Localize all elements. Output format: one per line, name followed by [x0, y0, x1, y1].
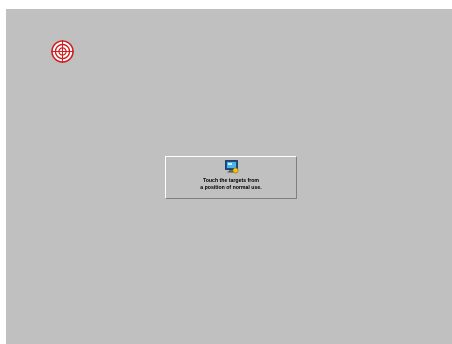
crosshair-target-icon [51, 40, 74, 63]
calibration-screen: Touch the targets from a position of nor… [6, 9, 452, 344]
monitor-touch-icon [225, 160, 239, 174]
instruction-text-line1: Touch the targets from [202, 178, 260, 184]
instruction-text-line2: a position of normal use. [200, 185, 262, 191]
instruction-panel: Touch the targets from a position of nor… [165, 156, 297, 199]
calibration-target[interactable] [51, 40, 74, 63]
